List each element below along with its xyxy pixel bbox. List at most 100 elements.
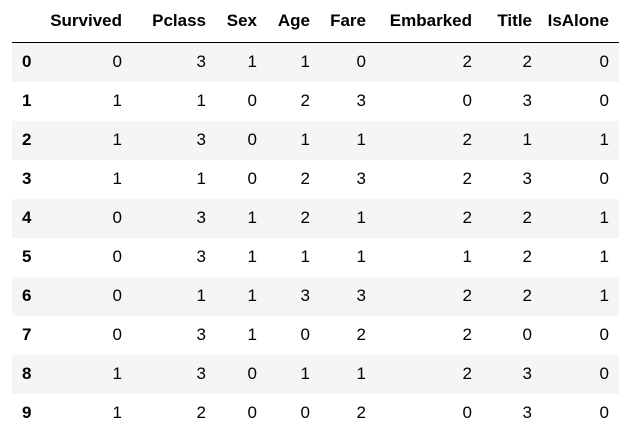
cell-survived: 1 [112,364,122,383]
cell-sex: 0 [247,91,257,110]
cell-survived: 1 [112,130,122,149]
cell-fare: 1 [356,130,366,149]
row-index: 3 [22,169,32,188]
cell-pclass: 3 [196,52,206,72]
cell-age: 0 [300,403,310,422]
cell-isalone: 0 [599,403,609,422]
cell-age: 2 [300,91,310,110]
cell-survived: 0 [112,52,122,72]
cell-title: 3 [522,169,532,188]
cell-embarked: 1 [462,247,472,266]
cell-fare: 1 [356,208,366,227]
cell-sex: 0 [247,169,257,188]
column-header-fare: Fare [320,0,376,43]
cell-sex: 0 [247,403,257,422]
cell-pclass: 3 [196,325,206,344]
cell-survived: 0 [112,208,122,227]
cell-title: 3 [522,91,532,110]
cell-age: 3 [300,286,310,305]
cell-age: 2 [300,208,310,227]
cell-age: 0 [300,325,310,344]
cell-embarked: 0 [462,91,472,110]
cell-title: 2 [522,52,532,72]
cell-isalone: 1 [599,286,609,305]
column-header-title: Title [482,0,542,43]
cell-sex: 1 [247,286,257,305]
cell-sex: 1 [247,325,257,344]
cell-survived: 1 [112,169,122,188]
index-header [12,0,40,43]
cell-fare: 1 [356,364,366,383]
cell-isalone: 0 [599,91,609,110]
cell-fare: 3 [356,91,366,110]
cell-embarked: 2 [462,52,472,72]
cell-title: 2 [522,286,532,305]
table-header: Survived Pclass Sex Age Fare Embarked Ti… [12,0,619,43]
cell-title: 2 [522,208,532,227]
cell-age: 1 [300,364,310,383]
row-index: 7 [22,325,32,344]
row-index: 4 [22,208,32,227]
cell-fare: 2 [356,403,366,422]
cell-fare: 3 [356,169,366,188]
table-row: 9 1 2 0 0 2 0 3 0 [12,394,619,433]
cell-isalone: 1 [599,130,609,149]
column-header-isalone: IsAlone [542,0,619,43]
column-header-pclass: Pclass [132,0,216,43]
cell-pclass: 3 [196,208,206,227]
cell-fare: 2 [356,325,366,344]
table-row: 2 1 3 0 1 1 2 1 1 [12,120,619,160]
column-header-survived: Survived [40,0,132,43]
table-row: 7 0 3 1 0 2 2 0 0 [12,316,619,355]
table-row: 3 1 1 0 2 3 2 3 0 [12,160,619,199]
row-index: 1 [22,91,32,110]
cell-pclass: 1 [196,286,206,305]
cell-title: 3 [522,403,532,422]
row-index: 2 [22,130,32,149]
row-index: 6 [22,286,32,305]
table-row: 5 0 3 1 1 1 1 2 1 [12,238,619,277]
cell-embarked: 2 [462,286,472,305]
cell-embarked: 2 [462,208,472,227]
cell-isalone: 0 [599,169,609,188]
cell-embarked: 2 [462,325,472,344]
cell-pclass: 3 [196,364,206,383]
cell-sex: 0 [247,364,257,383]
cell-isalone: 1 [599,208,609,227]
cell-survived: 0 [112,325,122,344]
column-header-age: Age [267,0,320,43]
cell-sex: 1 [247,247,257,266]
row-index: 9 [22,403,32,422]
row-index: 0 [22,52,32,72]
cell-fare: 0 [356,52,366,72]
cell-sex: 0 [247,130,257,149]
dataframe-table: Survived Pclass Sex Age Fare Embarked Ti… [12,0,619,433]
cell-embarked: 2 [462,169,472,188]
cell-title: 1 [522,130,532,149]
cell-title: 0 [522,325,532,344]
cell-isalone: 1 [599,247,609,266]
column-header-embarked: Embarked [376,0,482,43]
cell-survived: 1 [112,91,122,110]
cell-pclass: 1 [196,91,206,110]
cell-title: 3 [522,364,532,383]
cell-pclass: 3 [196,130,206,149]
cell-isalone: 0 [599,325,609,344]
cell-isalone: 0 [599,364,609,383]
table-row: 0 0 3 1 1 0 2 2 0 [12,42,619,82]
table-row: 4 0 3 1 2 1 2 2 1 [12,198,619,238]
cell-pclass: 1 [196,169,206,188]
row-index: 8 [22,364,32,383]
cell-age: 2 [300,169,310,188]
cell-fare: 1 [356,247,366,266]
cell-age: 1 [300,130,310,149]
table-body: 0 0 3 1 1 0 2 2 0 1 1 1 0 2 3 0 3 0 2 1 3 0 1 1 2 1 1 3 1 1 0 2 3 2 3 0 4 0 3 1… [12,42,619,433]
cell-pclass: 3 [196,247,206,266]
cell-fare: 3 [356,286,366,305]
table-row: 8 1 3 0 1 1 2 3 0 [12,354,619,394]
cell-age: 1 [300,247,310,266]
column-header-sex: Sex [216,0,267,43]
cell-embarked: 0 [462,403,472,422]
table-row: 6 0 1 1 3 3 2 2 1 [12,276,619,316]
cell-survived: 0 [112,286,122,305]
